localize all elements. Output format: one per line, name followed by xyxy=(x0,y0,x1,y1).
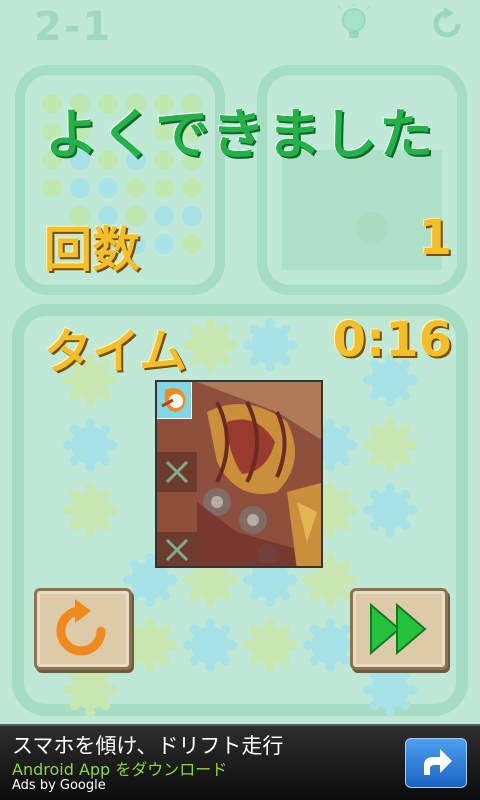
next-level-button[interactable] xyxy=(350,588,448,670)
retry-button[interactable] xyxy=(34,588,132,670)
ads-by-google[interactable]: Ads by Google xyxy=(12,778,106,793)
time-value: 0:16 xyxy=(332,312,452,368)
thumbnail-highlight-tile xyxy=(157,382,192,419)
moves-value: 1 xyxy=(418,210,452,266)
moves-label: 回数 xyxy=(44,222,141,278)
ad-subtitle[interactable]: Android App をダウンロード xyxy=(12,756,227,780)
level-indicator: 2-1 xyxy=(34,4,113,50)
time-label: タイム xyxy=(44,324,188,380)
retry-icon xyxy=(56,599,106,656)
puzzle-thumbnail xyxy=(155,380,323,568)
result-title: よくできました xyxy=(44,103,436,166)
share-arrow-icon xyxy=(424,749,452,775)
fast-forward-icon xyxy=(370,602,427,656)
restart-icon[interactable] xyxy=(428,4,468,44)
ad-action-button[interactable] xyxy=(405,738,467,788)
ad-banner[interactable]: スマホを傾け、ドリフト走行 Android App をダウンロード Ads by… xyxy=(0,724,480,800)
lightbulb-icon[interactable] xyxy=(334,4,374,44)
